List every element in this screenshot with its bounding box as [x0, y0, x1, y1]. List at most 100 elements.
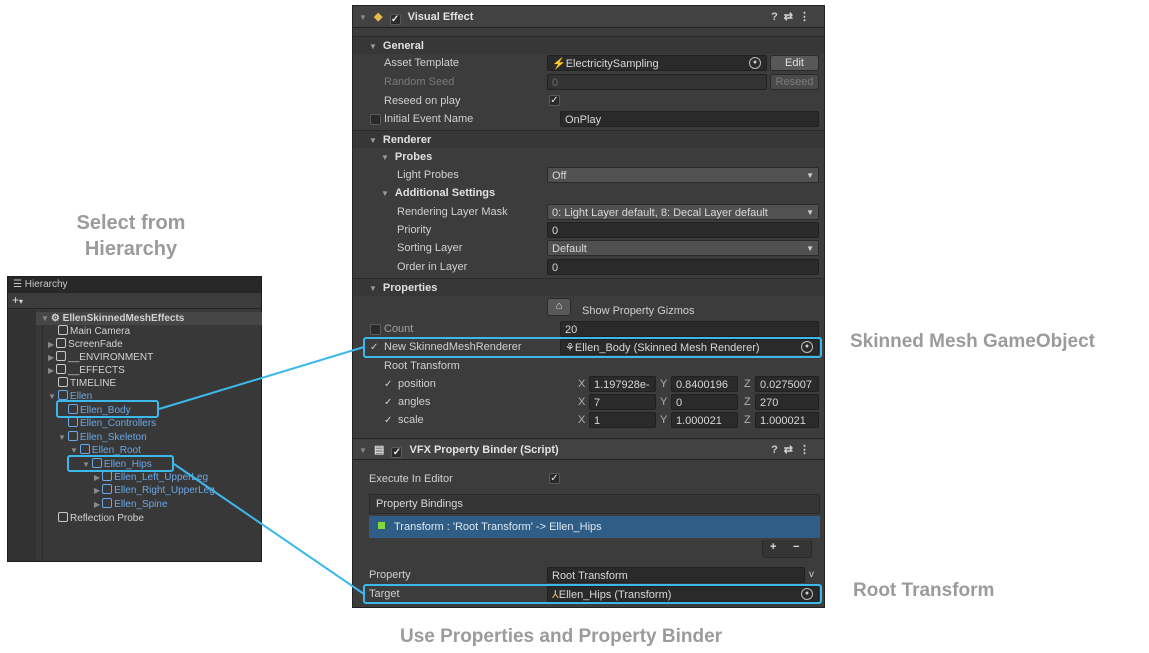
- sorting-layer-value: Default: [552, 243, 587, 255]
- list-item[interactable]: ▶ __EFFECTS: [48, 364, 125, 377]
- edit-button[interactable]: Edit: [770, 55, 819, 71]
- expand-arrow-icon[interactable]: ▶: [94, 473, 100, 482]
- position-y-field[interactable]: 0.8400196: [671, 376, 738, 392]
- highlight-skinned-mesh-row: [363, 337, 822, 358]
- list-item[interactable]: ▶ __ENVIRONMENT: [48, 351, 153, 364]
- list-item[interactable]: Ellen_Controllers: [68, 417, 156, 430]
- gameobject-icon: [102, 484, 113, 494]
- expand-arrow-icon[interactable]: ▶: [94, 500, 100, 509]
- expand-arrow-icon[interactable]: ▼: [381, 153, 389, 162]
- execute-in-editor-checkbox[interactable]: ✓: [549, 473, 560, 484]
- scale-y-field[interactable]: 1.000021: [671, 412, 738, 428]
- angles-y-field[interactable]: 0: [671, 394, 738, 410]
- expand-arrow-icon[interactable]: ▼: [70, 446, 78, 455]
- property-binder-header[interactable]: ▼ ▤ ✓ VFX Property Binder (Script) ?⇄⋮: [353, 438, 824, 460]
- enabled-checkbox[interactable]: ✓: [389, 14, 401, 25]
- axis-y-label: Y: [660, 378, 668, 390]
- gizmo-toggle-button[interactable]: ⌂: [547, 298, 571, 316]
- collapse-arrow-icon[interactable]: ▼: [359, 13, 367, 22]
- scale-x-field[interactable]: 1: [589, 412, 656, 428]
- gameobject-icon: [102, 471, 113, 481]
- expand-arrow-icon[interactable]: ▼: [381, 189, 389, 198]
- chevron-down-icon[interactable]: v: [809, 569, 814, 580]
- list-item-label: TIMELINE: [70, 378, 117, 389]
- gameobject-icon: [56, 338, 67, 348]
- reseed-button[interactable]: Reseed: [770, 74, 819, 90]
- scale-override-check[interactable]: ✓: [384, 415, 392, 426]
- object-picker-icon[interactable]: ●: [749, 57, 761, 69]
- order-in-layer-field[interactable]: 0: [547, 259, 819, 275]
- expand-arrow-icon[interactable]: ▶: [48, 366, 54, 375]
- script-icon: ▤: [373, 444, 385, 456]
- sorting-layer-dropdown[interactable]: Default ▼: [547, 240, 819, 256]
- angles-z-field[interactable]: 270: [755, 394, 819, 410]
- add-binding-button[interactable]: +: [770, 541, 776, 553]
- caption-select-from-hierarchy: Select from Hierarchy: [66, 210, 196, 262]
- count-field[interactable]: 20: [560, 321, 819, 337]
- random-seed-field[interactable]: 0: [547, 74, 767, 90]
- list-item-label: Ellen_Spine: [114, 499, 168, 510]
- expand-arrow-icon[interactable]: ▶: [48, 353, 54, 362]
- expand-arrow-icon[interactable]: ▼: [369, 284, 377, 293]
- expand-arrow-icon[interactable]: ▶: [94, 486, 100, 495]
- axis-y-label: Y: [660, 396, 668, 408]
- add-button[interactable]: +: [12, 293, 19, 307]
- expand-arrow-icon[interactable]: ▼: [58, 433, 66, 442]
- scale-z-field[interactable]: 1.000021: [755, 412, 819, 428]
- binding-row-label: Transform : 'Root Transform' -> Ellen_Hi…: [394, 521, 602, 533]
- gameobject-icon: [79, 444, 90, 454]
- reseed-on-play-checkbox[interactable]: ✓: [549, 95, 560, 106]
- expand-arrow-icon[interactable]: ▼: [41, 314, 49, 323]
- gizmo-icon: ⌂: [555, 300, 563, 312]
- property-bindings-header: Property Bindings: [369, 494, 820, 514]
- list-item[interactable]: ▼ Ellen_Skeleton: [58, 431, 147, 444]
- expand-arrow-icon[interactable]: ▼: [369, 136, 377, 145]
- section-general[interactable]: ▼ General: [353, 36, 824, 54]
- list-item[interactable]: ▶ Ellen_Right_UpperLeg: [94, 484, 215, 497]
- additional-settings-foldout[interactable]: ▼ Additional Settings: [381, 184, 495, 203]
- highlight-target-row: [363, 584, 822, 604]
- binding-row[interactable]: Transform : 'Root Transform' -> Ellen_Hi…: [369, 516, 820, 538]
- list-item[interactable]: ▶ Ellen_Left_UpperLeg: [94, 471, 208, 484]
- property-label: Property: [369, 569, 411, 581]
- remove-binding-button[interactable]: −: [793, 541, 799, 553]
- position-x-field[interactable]: 1.197928e-: [589, 376, 656, 392]
- list-item[interactable]: Reflection Probe: [58, 512, 144, 525]
- angles-override-check[interactable]: ✓: [384, 397, 392, 408]
- section-renderer[interactable]: ▼ Renderer: [353, 130, 824, 148]
- chevron-down-icon: ▼: [806, 244, 814, 253]
- component-menu-icons[interactable]: ?⇄⋮: [771, 6, 816, 28]
- count-checkbox[interactable]: [370, 324, 381, 335]
- priority-field[interactable]: 0: [547, 222, 819, 238]
- chevron-down-icon[interactable]: ▾: [19, 297, 23, 306]
- scene-row[interactable]: ▼ ⚙ EllenSkinnedMeshEffects: [36, 312, 262, 325]
- section-label: General: [382, 40, 424, 52]
- list-item[interactable]: ▶ Ellen_Spine: [94, 498, 168, 511]
- section-properties[interactable]: ▼ Properties: [353, 278, 824, 296]
- expand-arrow-icon[interactable]: ▼: [369, 42, 377, 51]
- expand-arrow-icon[interactable]: ▼: [48, 392, 56, 401]
- hierarchy-tab[interactable]: ☰ Hierarchy: [8, 277, 261, 293]
- hierarchy-panel: ☰ Hierarchy +▾ ▼ ⚙ EllenSkinnedMeshEffect…: [7, 276, 262, 562]
- enabled-checkbox[interactable]: ✓: [391, 447, 403, 458]
- collapse-arrow-icon[interactable]: ▼: [359, 446, 367, 455]
- light-probes-dropdown[interactable]: Off ▼: [547, 167, 819, 183]
- gameobject-icon: [102, 498, 113, 508]
- list-item[interactable]: Main Camera: [58, 325, 130, 338]
- list-item[interactable]: TIMELINE: [58, 377, 116, 390]
- property-field[interactable]: Root Transform: [547, 567, 805, 583]
- angles-x-field[interactable]: 7: [589, 394, 656, 410]
- probes-foldout[interactable]: ▼ Probes: [381, 148, 432, 167]
- visual-effect-icon: ◆: [373, 11, 383, 23]
- initial-event-checkbox[interactable]: [370, 114, 381, 125]
- position-z-field[interactable]: 0.0275007: [755, 376, 819, 392]
- position-override-check[interactable]: ✓: [384, 379, 392, 390]
- initial-event-field[interactable]: OnPlay: [560, 111, 819, 127]
- list-item[interactable]: ▶ ScreenFade: [48, 338, 123, 351]
- asset-template-field[interactable]: ⚡ElectricitySampling ●: [547, 55, 767, 71]
- rendering-layer-dropdown[interactable]: 0: Light Layer default, 8: Decal Layer d…: [547, 204, 819, 220]
- component-menu-icons[interactable]: ?⇄⋮: [771, 439, 816, 461]
- visual-effect-header[interactable]: ▼ ◆ ✓ Visual Effect ?⇄⋮: [353, 6, 824, 28]
- caption-hierarchy: Hierarchy: [84, 238, 178, 260]
- expand-arrow-icon[interactable]: ▶: [48, 340, 54, 349]
